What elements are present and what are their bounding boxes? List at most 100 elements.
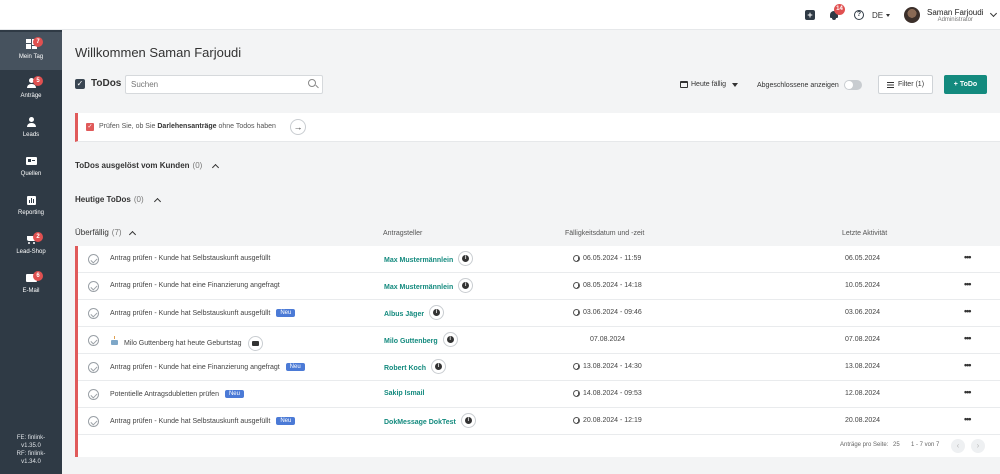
info-icon[interactable] bbox=[442, 332, 458, 347]
section-customer-todos[interactable]: ToDos ausgelöst vom Kunden (0) bbox=[75, 161, 220, 171]
checkbox-icon: ✓ bbox=[86, 123, 94, 131]
more-options-icon[interactable]: ••• bbox=[964, 360, 972, 370]
chevron-down-icon bbox=[990, 9, 998, 18]
info-icon[interactable] bbox=[458, 278, 474, 293]
clock-icon bbox=[573, 255, 580, 262]
more-options-icon[interactable]: ••• bbox=[964, 252, 972, 262]
new-badge: Neu bbox=[276, 309, 296, 317]
applicant-link[interactable]: Robert Koch bbox=[384, 359, 446, 374]
table-row[interactable]: Milo Guttenberg hat heute Geburtstag Mil… bbox=[78, 327, 1000, 354]
sidebar-item-antraege[interactable]: Anträge 5 bbox=[0, 71, 62, 109]
help-button[interactable]: ? bbox=[854, 0, 864, 30]
table-row[interactable]: Potentielle Antragsdubletten prüfen Neu S… bbox=[78, 381, 1000, 408]
mail-icon[interactable] bbox=[247, 336, 263, 351]
info-icon[interactable] bbox=[458, 251, 474, 266]
chevron-up-icon bbox=[128, 230, 136, 238]
prev-page-button[interactable]: ‹ bbox=[951, 439, 965, 453]
complete-checkbox[interactable] bbox=[88, 389, 99, 400]
todo-title: Antrag prüfen - Kunde hat Selbstauskunft… bbox=[110, 417, 296, 425]
info-icon[interactable] bbox=[460, 413, 476, 428]
applicant-link[interactable]: Max Mustermännlein bbox=[384, 278, 474, 293]
complete-checkbox[interactable] bbox=[88, 254, 99, 265]
table-row[interactable]: Antrag prüfen - Kunde hat eine Finanzier… bbox=[78, 354, 1000, 381]
show-completed-toggle[interactable]: Abgeschlossene anzeigen bbox=[757, 80, 862, 90]
table-row[interactable]: Antrag prüfen - Kunde hat Selbstauskunft… bbox=[78, 300, 1000, 327]
due-date: 06.05.2024 - 11:59 bbox=[573, 255, 641, 262]
language-label: DE bbox=[872, 10, 884, 20]
chevron-up-icon bbox=[212, 163, 220, 171]
complete-checkbox[interactable] bbox=[88, 335, 99, 346]
sidebar-item-leads[interactable]: Leads bbox=[0, 110, 62, 148]
calendar-icon bbox=[680, 81, 688, 88]
more-options-icon[interactable]: ••• bbox=[964, 333, 972, 343]
sidebar: Mein Tag 7 Anträge 5 Leads Quellen Repor… bbox=[0, 30, 62, 474]
section-overdue[interactable]: Überfällig (7) bbox=[75, 228, 136, 238]
sidebar-item-mein-tag[interactable]: Mein Tag 7 bbox=[0, 32, 62, 70]
todo-title: Antrag prüfen - Kunde hat Selbstauskunft… bbox=[110, 309, 296, 317]
sidebar-item-quellen[interactable]: Quellen bbox=[0, 149, 62, 187]
applicant-link[interactable]: Sakip Ismail bbox=[384, 390, 424, 397]
last-activity: 10.05.2024 bbox=[845, 282, 881, 289]
next-page-button[interactable]: › bbox=[971, 439, 985, 453]
last-activity: 13.08.2024 bbox=[845, 363, 881, 370]
sidebar-item-label: Anträge bbox=[20, 93, 42, 99]
caret-down-icon bbox=[732, 82, 739, 87]
filter-button[interactable]: Filter (1) bbox=[878, 75, 933, 94]
more-options-icon[interactable]: ••• bbox=[964, 414, 972, 424]
complete-checkbox[interactable] bbox=[88, 281, 99, 292]
new-badge: Neu bbox=[285, 363, 305, 371]
table-row[interactable]: Antrag prüfen - Kunde hat Selbstauskunft… bbox=[78, 246, 1000, 273]
user-name: Saman Farjoudi bbox=[927, 7, 984, 17]
plus-square-icon: + bbox=[805, 10, 815, 20]
column-header-last-activity[interactable]: Letzte Aktivität bbox=[842, 230, 887, 237]
add-button[interactable]: + bbox=[805, 0, 815, 30]
due-filter-dropdown[interactable]: Heute fällig bbox=[680, 81, 739, 88]
user-menu[interactable]: Saman Farjoudi Administrator bbox=[904, 0, 998, 30]
applicant-link[interactable]: DokMessage DokTest bbox=[384, 413, 476, 428]
sidebar-item-reporting[interactable]: Reporting bbox=[0, 188, 62, 226]
main-content: Willkommen Saman Farjoudi ✓ ToDos Heute … bbox=[62, 30, 1000, 474]
more-options-icon[interactable]: ••• bbox=[964, 306, 972, 316]
clock-icon bbox=[573, 282, 580, 289]
complete-checkbox[interactable] bbox=[88, 362, 99, 373]
section-today-todos[interactable]: Heutige ToDos (0) bbox=[75, 195, 161, 205]
sidebar-item-label: Leads bbox=[22, 132, 40, 138]
toggle-switch[interactable] bbox=[843, 80, 862, 90]
chevron-down-icon bbox=[886, 13, 891, 17]
filter-icon bbox=[886, 81, 894, 88]
top-bar: + 14 ? DE Saman Farjoudi Administrator bbox=[0, 0, 1000, 30]
more-options-icon[interactable]: ••• bbox=[964, 279, 972, 289]
due-date: 07.08.2024 bbox=[590, 336, 626, 343]
chevron-up-icon bbox=[153, 197, 161, 205]
sidebar-item-label: Mein Tag bbox=[18, 54, 44, 60]
applicant-link[interactable]: Milo Guttenberg bbox=[384, 332, 458, 347]
more-options-icon[interactable]: ••• bbox=[964, 387, 972, 397]
todo-title: Antrag prüfen - Kunde hat Selbstauskunft… bbox=[110, 255, 271, 262]
sidebar-item-lead-shop[interactable]: Lead-Shop 2 bbox=[0, 227, 62, 265]
language-selector[interactable]: DE bbox=[872, 0, 891, 30]
table-pagination: Anträge pro Seite: 25 1 - 7 von 7 ‹ › bbox=[78, 435, 1000, 457]
complete-checkbox[interactable] bbox=[88, 416, 99, 427]
clock-icon bbox=[573, 363, 580, 370]
per-page-select[interactable]: 25 bbox=[893, 442, 900, 448]
column-header-due[interactable]: Fälligkeitsdatum und -zeit bbox=[565, 230, 644, 237]
column-header-applicant[interactable]: Antragsteller bbox=[383, 230, 422, 237]
version-fe: FE: finlink- v1.35.0 bbox=[16, 435, 46, 449]
per-page-label: Anträge pro Seite: bbox=[840, 442, 889, 448]
search-input[interactable] bbox=[125, 75, 323, 94]
last-activity: 20.08.2024 bbox=[845, 417, 881, 424]
applicant-link[interactable]: Max Mustermännlein bbox=[384, 251, 474, 266]
sidebar-item-email[interactable]: E-Mail 6 bbox=[0, 266, 62, 304]
info-icon[interactable] bbox=[431, 359, 446, 374]
info-icon[interactable] bbox=[429, 305, 445, 320]
sidebar-item-label: Quellen bbox=[20, 171, 42, 177]
table-row[interactable]: Antrag prüfen - Kunde hat eine Finanzier… bbox=[78, 273, 1000, 300]
due-date: 08.05.2024 - 14:18 bbox=[573, 282, 642, 289]
applicant-link[interactable]: Albus Jäger bbox=[384, 305, 445, 320]
complete-checkbox[interactable] bbox=[88, 308, 99, 319]
arrow-right-button[interactable]: → bbox=[290, 119, 306, 135]
clock-icon bbox=[573, 417, 580, 424]
add-todo-button[interactable]: + ToDo bbox=[944, 75, 987, 94]
help-icon: ? bbox=[854, 10, 864, 20]
table-row[interactable]: Antrag prüfen - Kunde hat Selbstauskunft… bbox=[78, 408, 1000, 435]
